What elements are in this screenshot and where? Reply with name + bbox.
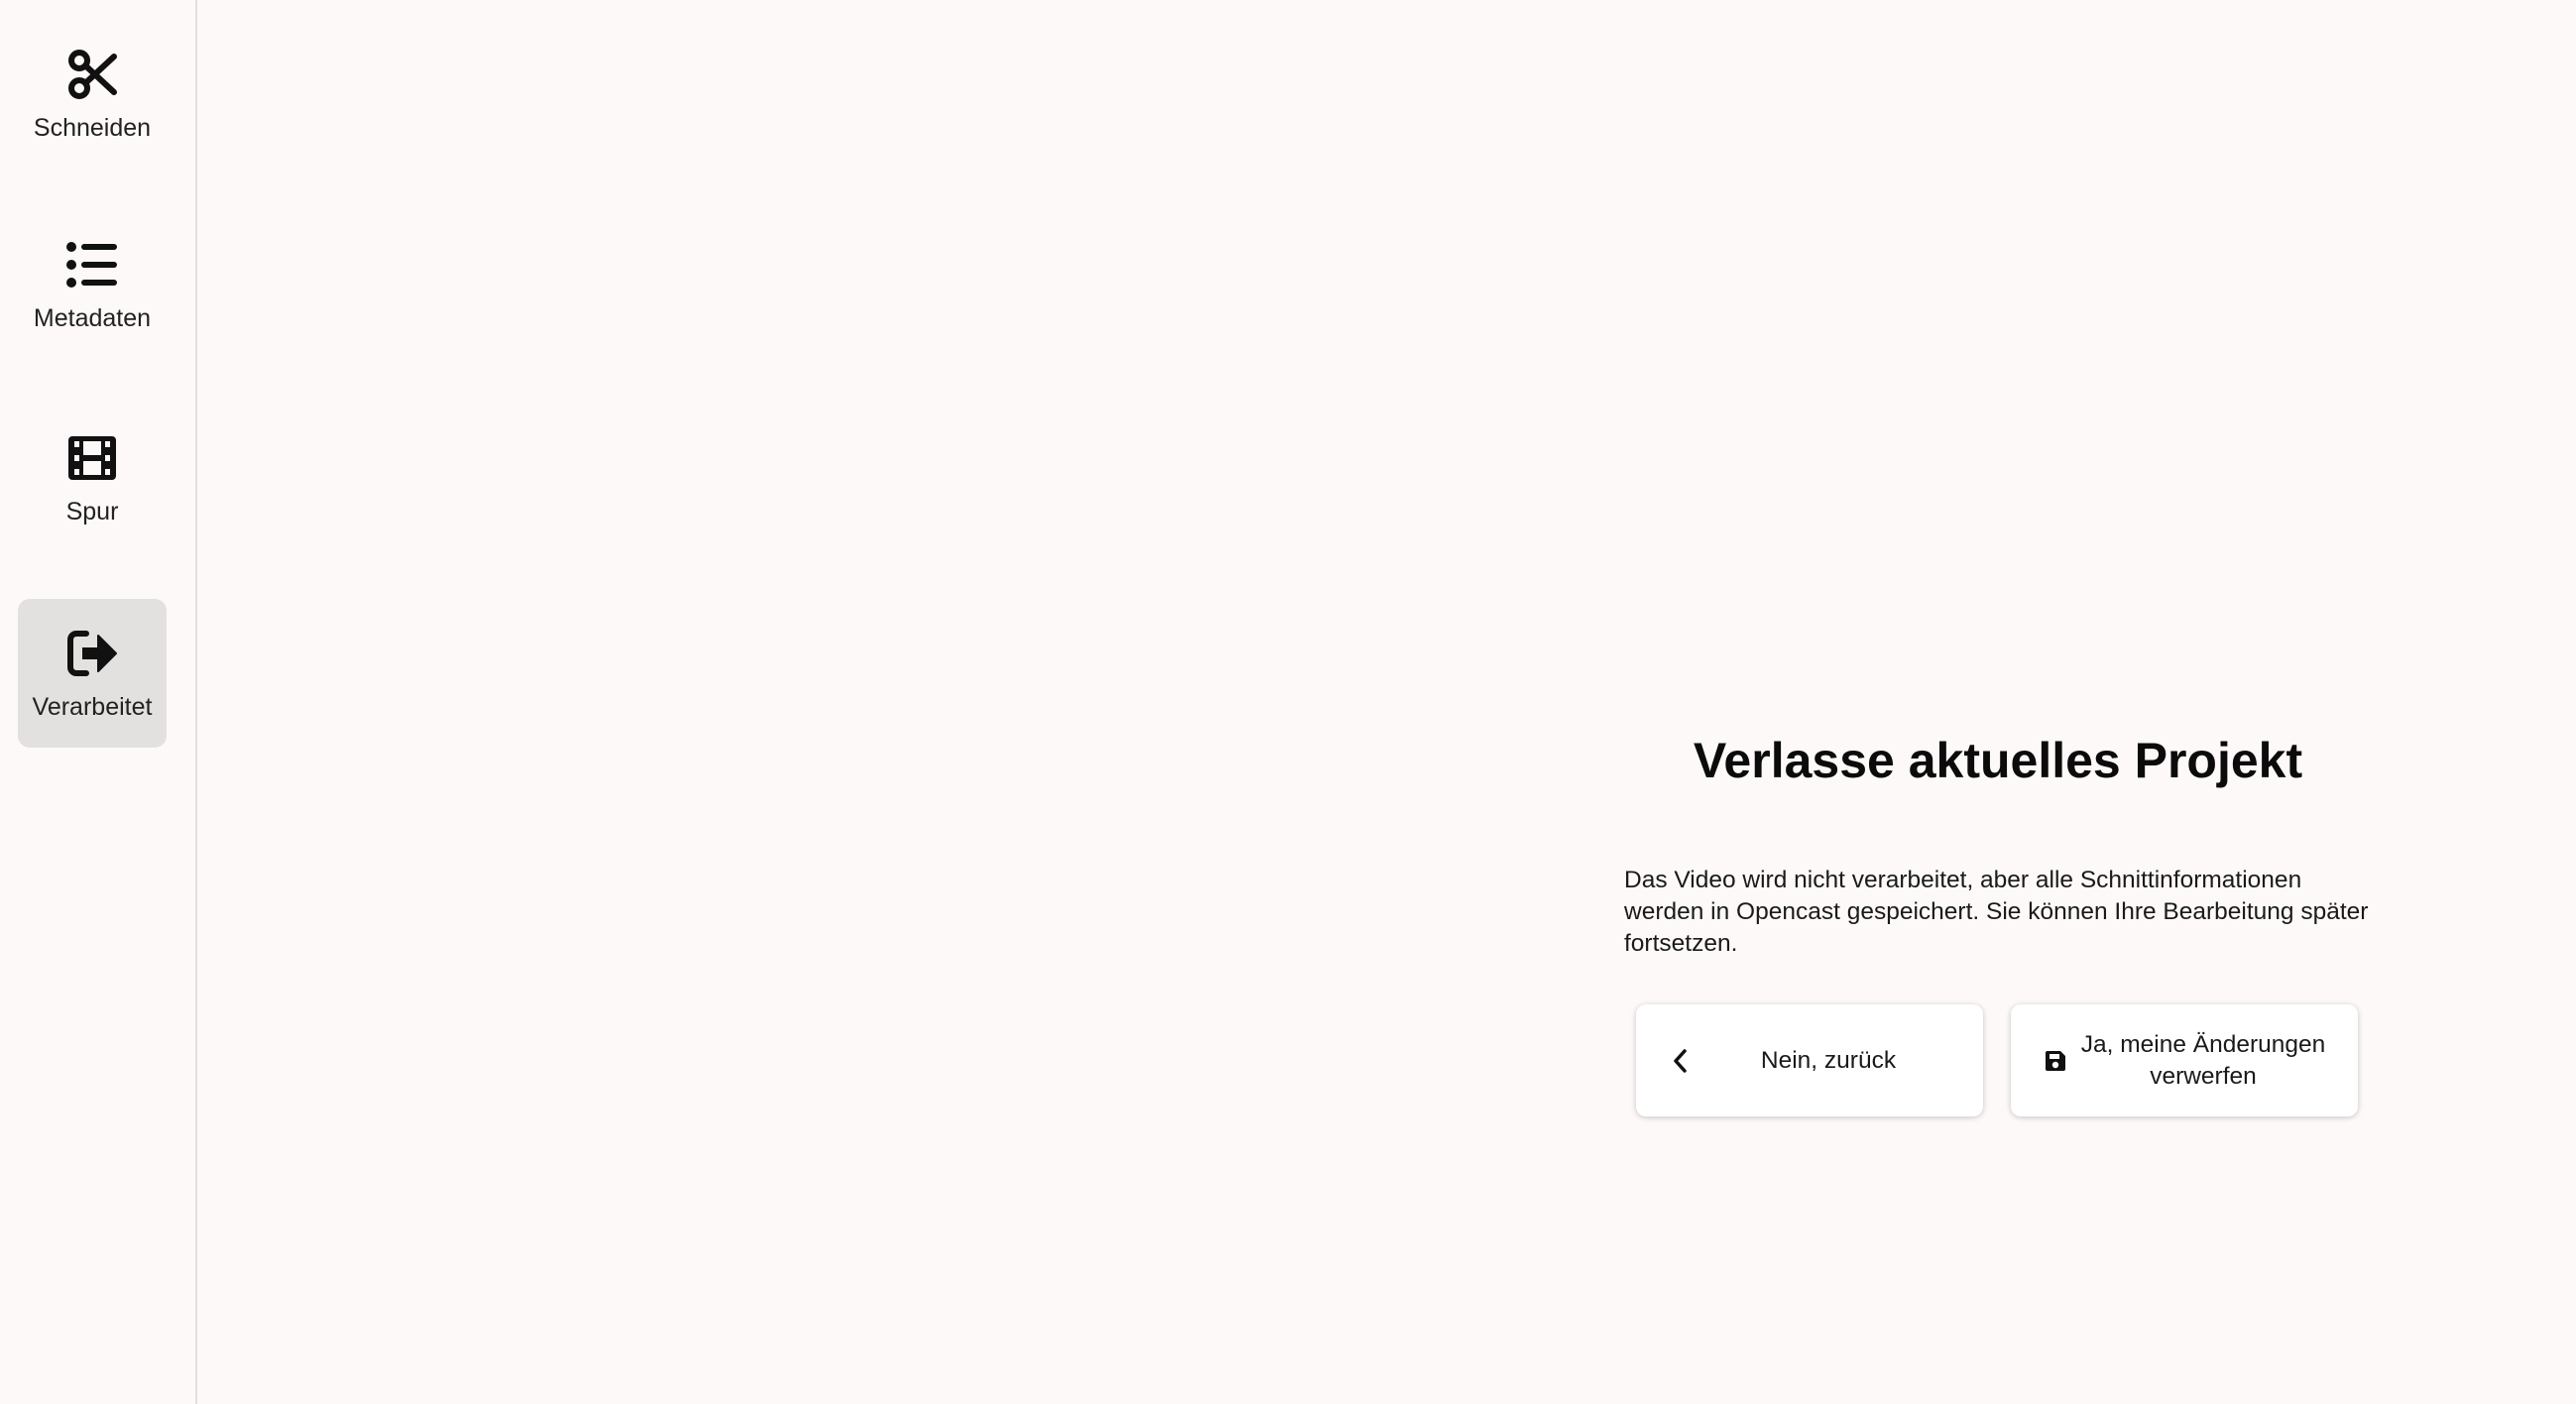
sidebar-item-spur[interactable]: Spur [18,404,167,552]
chevron-left-icon [1664,1044,1698,1078]
save-icon [2039,1044,2072,1078]
back-button-label: Nein, zurück [1760,1046,1897,1074]
sidebar-item-label: Schneiden [33,113,152,142]
sidebar-item-label: Metadaten [33,303,152,332]
editor-app: Schneiden Metadaten Spur Verarbeitet Ver… [0,0,2576,1404]
sidebar-item-label: Verarbeitet [32,692,153,721]
discard-changes-button[interactable]: Ja, meine Änderungen verwerfen [2011,1004,2358,1116]
sign-out-icon [64,626,120,681]
back-button[interactable]: Nein, zurück [1636,1004,1983,1116]
sidebar-item-verarbeitet[interactable]: Verarbeitet [18,599,167,748]
sidebar-item-schneiden[interactable]: Schneiden [18,20,167,169]
sidebar-item-metadaten[interactable]: Metadaten [18,210,167,359]
sidebar: Schneiden Metadaten Spur Verarbeitet [0,0,197,1404]
list-icon [64,237,120,292]
discard-button-label: Ja, meine Änderungen verwerfen [2080,1030,2326,1090]
page-title: Verlasse aktuelles Projekt [1693,733,2303,788]
dialog-message: Das Video wird nicht verarbeitet, aber a… [1624,867,2369,957]
scissors-icon [64,47,120,102]
sidebar-item-label: Spur [65,497,119,526]
film-icon [64,430,120,486]
